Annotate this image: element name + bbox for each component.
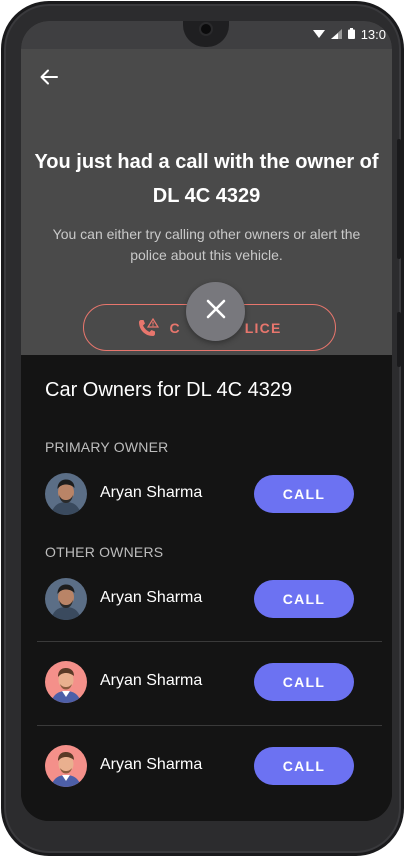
status-bar: 13:0: [21, 21, 392, 49]
list-item: Aryan Sharma CALL: [45, 473, 355, 517]
status-icons: 13:0: [312, 27, 386, 42]
list-item: Aryan Sharma CALL: [45, 578, 355, 622]
list-item: Aryan Sharma CALL: [45, 745, 355, 789]
call-button[interactable]: CALL: [254, 475, 354, 513]
call-button[interactable]: CALL: [254, 747, 354, 785]
avatar: [45, 661, 87, 703]
call-button[interactable]: CALL: [254, 663, 354, 701]
divider: [37, 725, 382, 726]
power-button: [397, 312, 401, 367]
headline-line-2: DL 4C 4329: [152, 185, 261, 207]
subtext: You can either try calling other owners …: [52, 226, 361, 263]
avatar: [45, 745, 87, 787]
front-camera: [201, 24, 211, 34]
volume-button: [397, 139, 401, 259]
phone-frame: 13:0 You just had a call with the owner …: [1, 1, 404, 856]
notch: [183, 21, 229, 47]
back-button[interactable]: [35, 65, 63, 93]
call-button[interactable]: CALL: [254, 580, 354, 618]
headline-line-1: You just had a call with the owner of: [34, 151, 379, 173]
divider: [37, 641, 382, 642]
owners-sheet: Car Owners for DL 4C 4329 PRIMARY OWNER …: [21, 355, 392, 821]
close-button[interactable]: [186, 282, 245, 341]
owner-name: Aryan Sharma: [100, 672, 203, 689]
owner-name: Aryan Sharma: [100, 589, 203, 606]
primary-owner-label: PRIMARY OWNER: [45, 439, 169, 455]
phone-alert-icon: [137, 317, 160, 338]
wifi-icon: [312, 27, 325, 42]
other-owners-label: OTHER OWNERS: [45, 544, 164, 560]
avatar: [45, 473, 87, 515]
close-icon: [206, 299, 226, 324]
screen: 13:0 You just had a call with the owner …: [21, 21, 392, 821]
avatar: [45, 578, 87, 620]
list-item: Aryan Sharma CALL: [45, 661, 355, 705]
page-title: You just had a call with the owner of DL…: [21, 145, 392, 213]
signal-icon: [330, 27, 342, 42]
arrow-left-icon: [40, 69, 58, 90]
owner-name: Aryan Sharma: [100, 484, 203, 501]
owners-title: Car Owners for DL 4C 4329: [45, 379, 293, 401]
owner-name: Aryan Sharma: [100, 756, 203, 773]
call-police-label-right: LICE: [244, 319, 282, 336]
status-time: 13:0: [360, 27, 386, 42]
call-police-label-left: C: [169, 319, 181, 336]
battery-icon: [347, 27, 355, 42]
